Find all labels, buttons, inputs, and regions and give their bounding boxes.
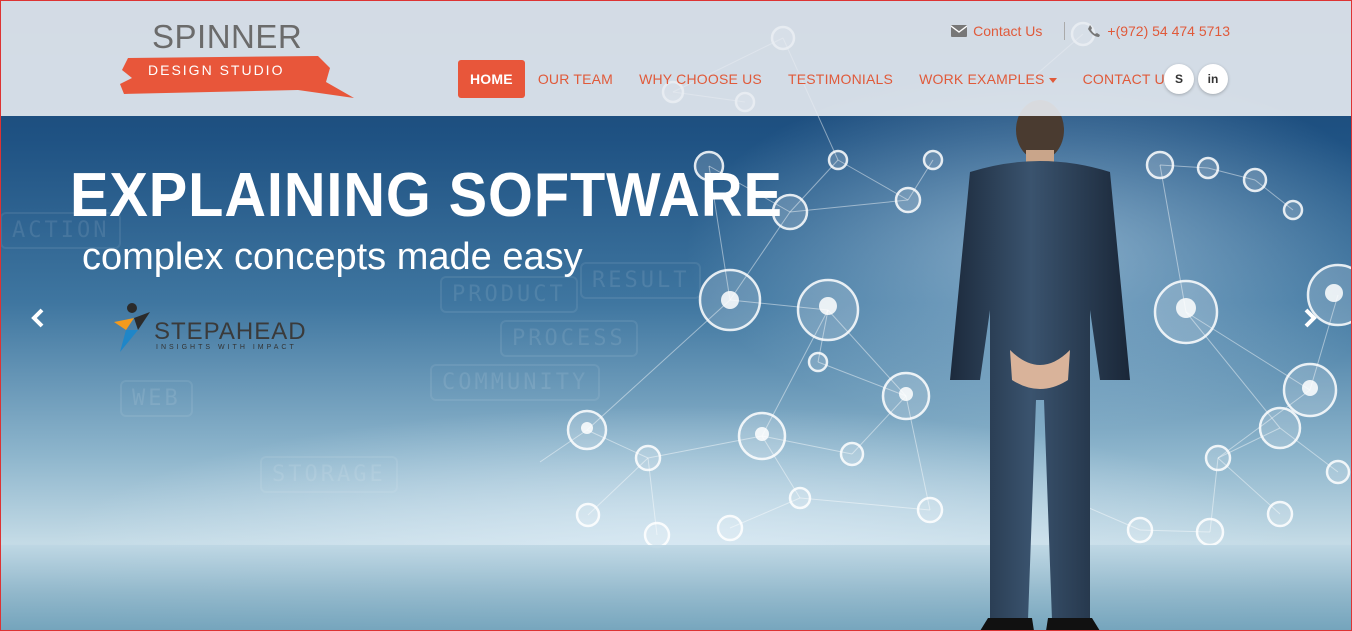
topbar-divider — [1064, 22, 1066, 40]
linkedin-icon[interactable]: in — [1198, 64, 1228, 94]
contact-bar: Contact Us +(972) 54 474 5713 — [951, 22, 1230, 40]
phone-link[interactable]: +(972) 54 474 5713 — [1087, 23, 1230, 39]
phone-icon — [1088, 25, 1101, 37]
chevron-right-icon — [1304, 308, 1317, 328]
nav-work-examples[interactable]: WORK EXAMPLES — [906, 60, 1070, 98]
logo-subtitle: DESIGN STUDIO — [148, 62, 285, 78]
horizon-ground — [0, 545, 1352, 631]
slider-prev-button[interactable] — [18, 298, 58, 338]
stepahead-logo: STEPAHEAD INSIGHTS WITH IMPACT — [112, 300, 342, 356]
nav-why-choose-us[interactable]: WHY CHOOSE US — [626, 60, 775, 98]
skype-icon[interactable]: S — [1164, 64, 1194, 94]
spinner-logo[interactable]: SPINNER DESIGN STUDIO — [118, 18, 358, 102]
caret-down-icon — [1048, 77, 1057, 83]
contact-us-link[interactable]: Contact Us — [951, 23, 1042, 39]
nav-work-examples-label: WORK EXAMPLES — [919, 71, 1045, 87]
main-nav: HOME OUR TEAM WHY CHOOSE US TESTIMONIALS… — [458, 60, 1187, 98]
logo-title: SPINNER — [152, 18, 303, 55]
nav-testimonials[interactable]: TESTIMONIALS — [775, 60, 906, 98]
slider-next-button[interactable] — [1290, 298, 1330, 338]
hero-subline: complex concepts made easy — [82, 236, 583, 278]
social-links: S in — [1164, 64, 1228, 94]
businessman-illustration — [950, 100, 1130, 631]
phone-number: +(972) 54 474 5713 — [1107, 23, 1230, 39]
partner-name: STEPAHEAD — [154, 318, 307, 345]
stepahead-mark-icon — [114, 303, 150, 352]
site-header: SPINNER DESIGN STUDIO Contact Us +(972) … — [0, 0, 1352, 116]
contact-us-label: Contact Us — [973, 23, 1043, 39]
partner-tagline: INSIGHTS WITH IMPACT — [156, 344, 297, 351]
chevron-left-icon — [31, 308, 44, 328]
envelope-icon — [951, 25, 968, 37]
nav-our-team[interactable]: OUR TEAM — [525, 60, 626, 98]
hero-headline: EXPLAINING SOFTWARE — [70, 161, 783, 230]
nav-home[interactable]: HOME — [458, 60, 525, 98]
